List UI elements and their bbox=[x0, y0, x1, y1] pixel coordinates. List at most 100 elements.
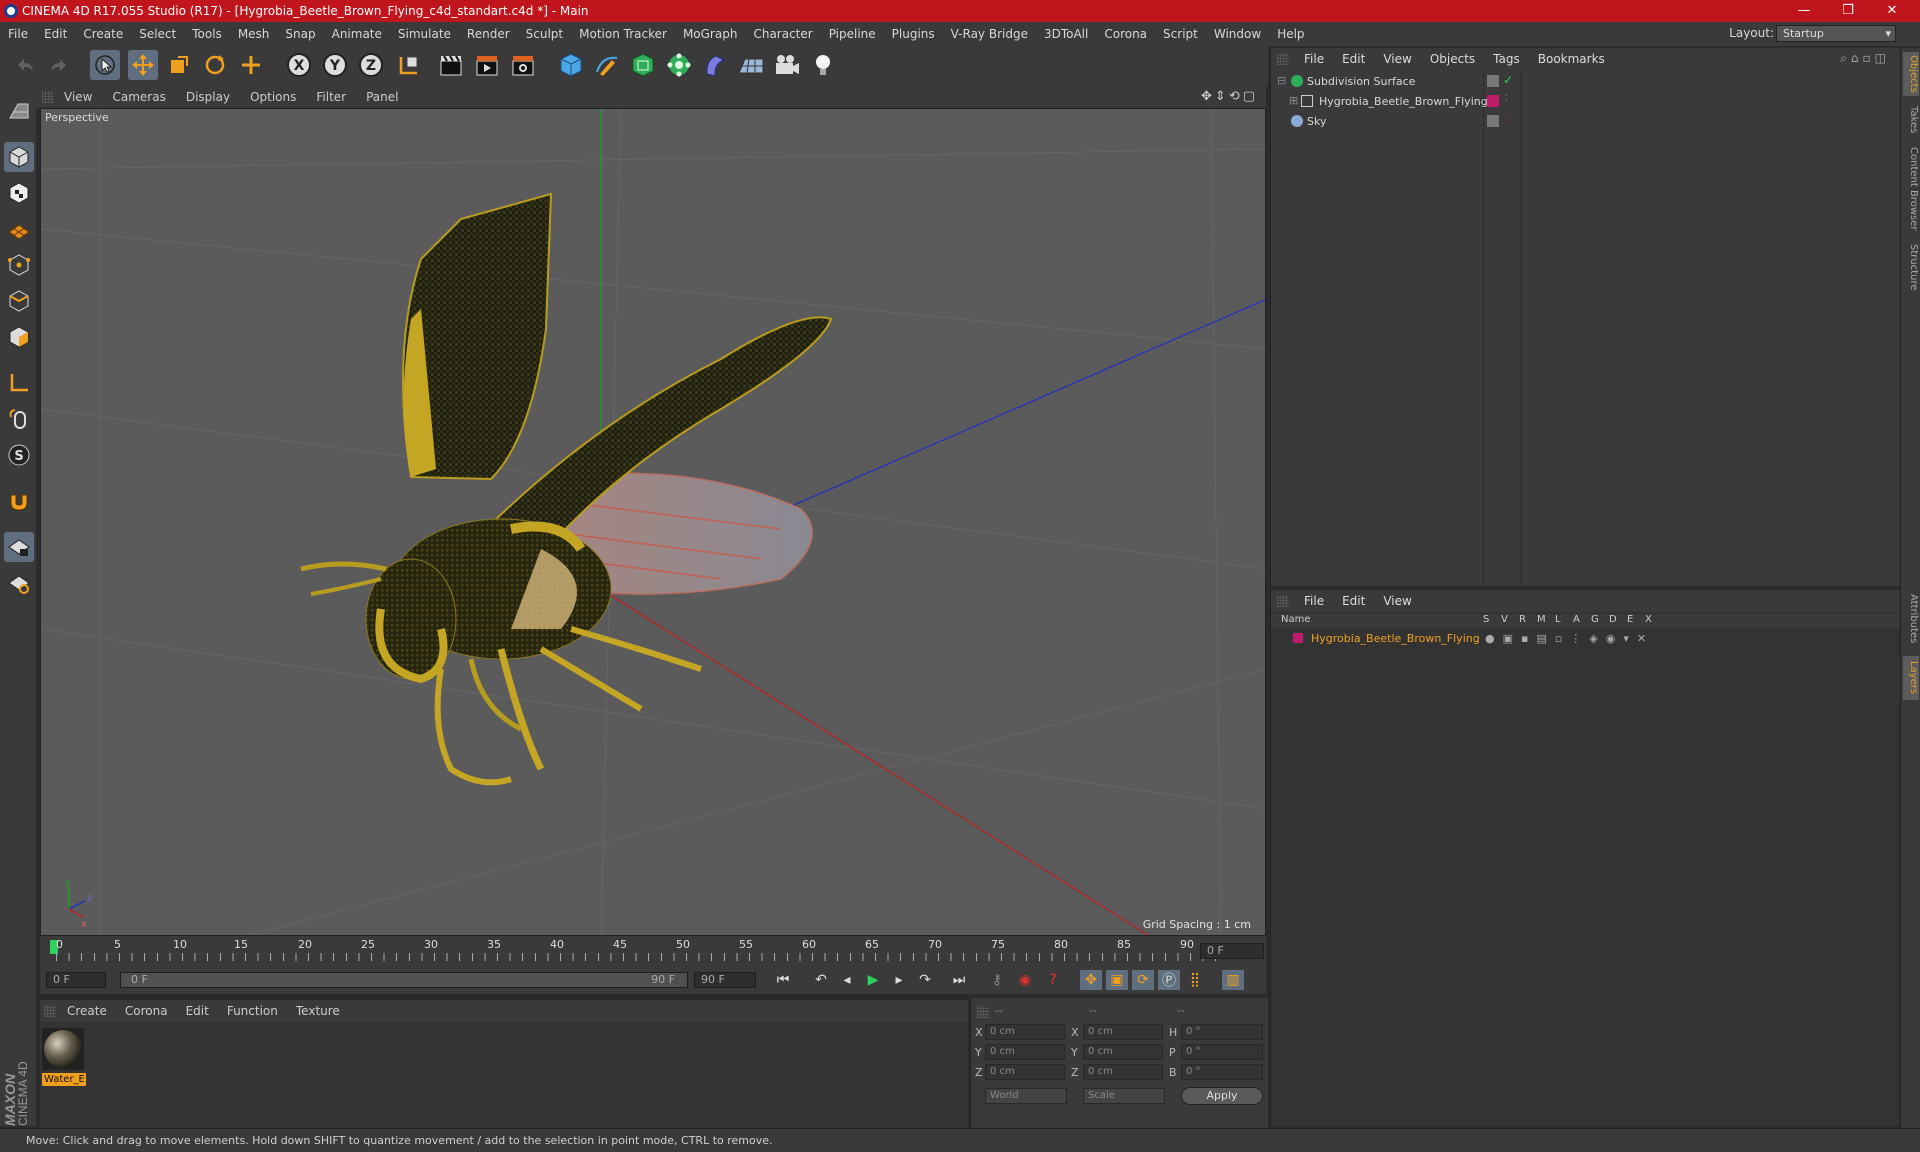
3d-viewport[interactable]: y z x Perspective Grid Spacing : 1 cm bbox=[40, 108, 1266, 936]
key-rotation-button[interactable]: ⟳ bbox=[1132, 970, 1154, 990]
menu-sculpt[interactable]: Sculpt bbox=[518, 27, 571, 41]
magnet-button[interactable] bbox=[4, 486, 34, 516]
viewport-menu-view[interactable]: View bbox=[54, 90, 102, 104]
size-x-field[interactable]: 0 cm bbox=[1083, 1024, 1163, 1040]
menu-file[interactable]: File bbox=[0, 27, 36, 41]
visibility-dots-icon[interactable]: ⁚ bbox=[1505, 114, 1508, 124]
redo-button[interactable] bbox=[44, 50, 74, 80]
rotation-p-field[interactable]: 0 ° bbox=[1181, 1044, 1263, 1060]
model-mode-button[interactable] bbox=[4, 142, 34, 172]
objects-menu-file[interactable]: File bbox=[1295, 52, 1333, 66]
menu-render[interactable]: Render bbox=[459, 27, 518, 41]
tweak-mode-button[interactable] bbox=[4, 404, 34, 434]
spline-pen-button[interactable] bbox=[592, 50, 622, 80]
edges-mode-button[interactable] bbox=[4, 286, 34, 316]
menu-motion-tracker[interactable]: Motion Tracker bbox=[571, 27, 675, 41]
objects-menu-objects[interactable]: Objects bbox=[1421, 52, 1484, 66]
position-y-field[interactable]: 0 cm bbox=[985, 1044, 1065, 1060]
start-frame-field[interactable]: 0 F bbox=[46, 972, 106, 988]
z-axis-lock-button[interactable]: Z bbox=[356, 50, 386, 80]
objects-menu-tags[interactable]: Tags bbox=[1484, 52, 1529, 66]
key-pla-button[interactable]: ⣿ bbox=[1184, 970, 1206, 990]
expand-toggle-icon[interactable]: ⊟ bbox=[1277, 74, 1286, 87]
coordinate-mode-select[interactable]: World bbox=[985, 1088, 1067, 1104]
layer-toggle-icons[interactable]: ●▣▪▤▫⋮◈◉▾✕ bbox=[1485, 632, 1654, 645]
live-selection-button[interactable] bbox=[90, 50, 120, 80]
menu-vray-bridge[interactable]: V-Ray Bridge bbox=[943, 27, 1036, 41]
polygons-mode-button[interactable] bbox=[4, 322, 34, 352]
menu-simulate[interactable]: Simulate bbox=[390, 27, 459, 41]
object-row-sky[interactable]: Sky ⁚ bbox=[1271, 112, 1901, 132]
menu-script[interactable]: Script bbox=[1155, 27, 1206, 41]
axis-mode-button[interactable] bbox=[4, 368, 34, 398]
texture-mode-button[interactable] bbox=[4, 178, 34, 208]
layers-menu-view[interactable]: View bbox=[1374, 594, 1420, 608]
material-menu-corona[interactable]: Corona bbox=[116, 1004, 177, 1018]
previous-key-button[interactable]: ↶ bbox=[810, 970, 832, 990]
menu-character[interactable]: Character bbox=[745, 27, 820, 41]
objects-menu-view[interactable]: View bbox=[1374, 52, 1420, 66]
viewport-menu-filter[interactable]: Filter bbox=[306, 90, 356, 104]
panel-grip[interactable] bbox=[44, 1005, 56, 1017]
layer-tag-icon[interactable] bbox=[1487, 75, 1499, 87]
menu-corona[interactable]: Corona bbox=[1096, 27, 1155, 41]
coordinate-system-button[interactable] bbox=[394, 50, 424, 80]
object-row-beetle[interactable]: ⊞ Hygrobia_Beetle_Brown_Flying ⁚ bbox=[1271, 92, 1901, 112]
tab-layers[interactable]: Layers bbox=[1903, 656, 1919, 700]
next-frame-button[interactable]: ▸ bbox=[888, 970, 910, 990]
tab-attributes[interactable]: Attributes bbox=[1903, 588, 1919, 650]
visibility-dots-icon[interactable]: ⁚ bbox=[1505, 94, 1508, 104]
subdivision-surface-button[interactable] bbox=[628, 50, 658, 80]
panel-grip[interactable] bbox=[1277, 53, 1289, 65]
menu-3dtoall[interactable]: 3DToAll bbox=[1036, 27, 1096, 41]
make-editable-button[interactable] bbox=[4, 96, 34, 126]
y-axis-lock-button[interactable]: Y bbox=[320, 50, 350, 80]
close-button[interactable]: ✕ bbox=[1870, 0, 1914, 22]
previous-frame-button[interactable]: ◂ bbox=[836, 970, 858, 990]
cube-object-button[interactable] bbox=[556, 50, 586, 80]
size-y-field[interactable]: 0 cm bbox=[1083, 1044, 1163, 1060]
render-to-picture-viewer-button[interactable] bbox=[472, 50, 502, 80]
apply-button[interactable]: Apply bbox=[1181, 1087, 1263, 1105]
menu-help[interactable]: Help bbox=[1269, 27, 1312, 41]
layer-tag-icon[interactable] bbox=[1487, 115, 1499, 127]
undo-button[interactable] bbox=[10, 50, 40, 80]
panel-grip[interactable] bbox=[977, 1006, 989, 1018]
material-menu-create[interactable]: Create bbox=[58, 1004, 116, 1018]
rotation-h-field[interactable]: 0 ° bbox=[1181, 1024, 1263, 1040]
layers-menu-edit[interactable]: Edit bbox=[1333, 594, 1374, 608]
objects-menu-bookmarks[interactable]: Bookmarks bbox=[1529, 52, 1614, 66]
render-view-button[interactable] bbox=[436, 50, 466, 80]
minimize-button[interactable]: — bbox=[1782, 0, 1826, 22]
size-mode-select[interactable]: Scale bbox=[1083, 1088, 1165, 1104]
position-z-field[interactable]: 0 cm bbox=[985, 1064, 1065, 1080]
rotation-b-field[interactable]: 0 ° bbox=[1181, 1064, 1263, 1080]
menu-animate[interactable]: Animate bbox=[324, 27, 390, 41]
material-menu-function[interactable]: Function bbox=[218, 1004, 287, 1018]
next-key-button[interactable]: ↷ bbox=[914, 970, 936, 990]
checkmark-icon[interactable]: ✓ bbox=[1503, 73, 1513, 87]
viewport-menu-display[interactable]: Display bbox=[176, 90, 240, 104]
objects-menu-edit[interactable]: Edit bbox=[1333, 52, 1374, 66]
workplane-mode-button[interactable] bbox=[4, 214, 34, 244]
locked-workplane-button[interactable] bbox=[4, 532, 34, 562]
timeline-ruler[interactable]: 0 5 10 15 20 25 30 35 40 45 50 55 60 65 … bbox=[40, 936, 1266, 966]
tab-takes[interactable]: Takes bbox=[1903, 102, 1919, 138]
play-button[interactable]: ▶ bbox=[862, 970, 884, 990]
menu-tools[interactable]: Tools bbox=[184, 27, 230, 41]
tab-content-browser[interactable]: Content Browser bbox=[1903, 144, 1919, 234]
key-position-button[interactable]: ✥ bbox=[1080, 970, 1102, 990]
snapping-button[interactable]: S bbox=[4, 440, 34, 470]
layer-color-swatch[interactable] bbox=[1293, 633, 1303, 643]
object-manager-nav-icons[interactable]: ⌕⌂▫◫ bbox=[1840, 51, 1890, 66]
panel-grip[interactable] bbox=[1277, 595, 1289, 607]
layout-select[interactable]: Startup ▾ bbox=[1776, 25, 1896, 42]
tab-objects[interactable]: Objects bbox=[1903, 52, 1919, 96]
menu-plugins[interactable]: Plugins bbox=[884, 27, 943, 41]
menu-pipeline[interactable]: Pipeline bbox=[821, 27, 884, 41]
go-to-start-button[interactable]: ⏮ bbox=[772, 970, 794, 990]
viewport-menu-panel[interactable]: Panel bbox=[356, 90, 408, 104]
menu-create[interactable]: Create bbox=[75, 27, 131, 41]
scale-tool-button[interactable] bbox=[164, 50, 194, 80]
viewport-nav-icons[interactable]: ✥⇕⟲▢ bbox=[1201, 89, 1258, 104]
